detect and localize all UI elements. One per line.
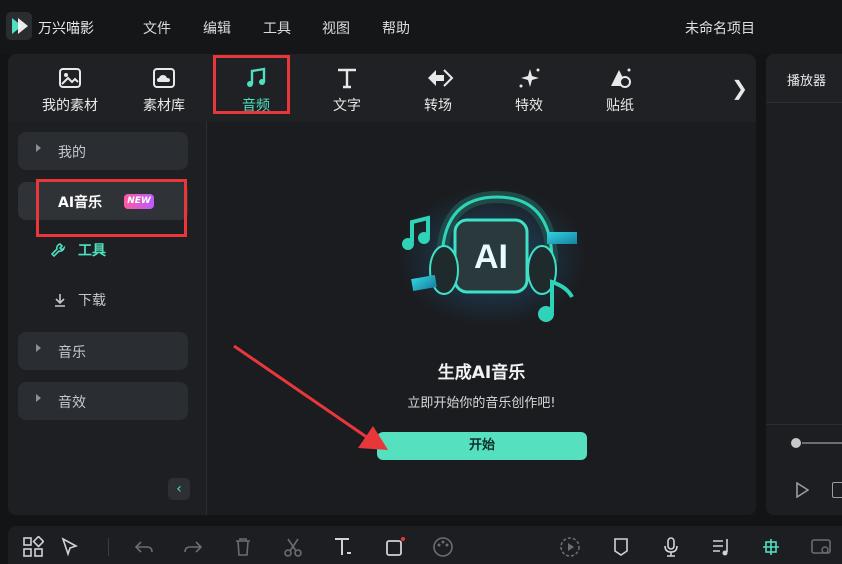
menu-view[interactable]: 视图 xyxy=(322,18,350,38)
menu-help[interactable]: 帮助 xyxy=(382,18,410,38)
sidebar-item-label: 下载 xyxy=(78,293,106,309)
tab-label: 文字 xyxy=(333,98,361,114)
layout-grid-icon[interactable] xyxy=(22,536,44,558)
tab-label: 素材库 xyxy=(143,98,185,114)
stop-icon[interactable] xyxy=(832,482,842,498)
text-tool-icon[interactable] xyxy=(332,536,354,558)
preview-window-icon[interactable] xyxy=(810,536,832,558)
crop-icon[interactable] xyxy=(384,536,406,558)
sparkle-effect-icon xyxy=(519,68,540,88)
sidebar-item-label: 音效 xyxy=(58,395,86,411)
player-header: 播放器 xyxy=(766,54,842,103)
tab-stickers[interactable]: 贴纸 xyxy=(580,54,660,122)
cloud-image-icon xyxy=(153,68,175,88)
tab-label: 我的素材 xyxy=(42,98,98,114)
title-bar: 万兴喵影 文件 编辑 工具 视图 帮助 未命名项目 xyxy=(0,0,842,54)
redo-icon[interactable] xyxy=(182,536,204,558)
tab-label: 转场 xyxy=(424,98,452,114)
sidebar-item-label: 音乐 xyxy=(58,345,86,361)
tab-stock-media[interactable]: 素材库 xyxy=(124,54,204,122)
chevron-right-icon xyxy=(36,144,41,152)
select-cursor-icon[interactable] xyxy=(60,536,82,558)
marker-icon[interactable] xyxy=(610,536,632,558)
ai-headphones-illustration: AI xyxy=(397,187,587,327)
app-name: 万兴喵影 xyxy=(38,21,94,37)
player-title: 播放器 xyxy=(787,74,827,89)
sticker-icon xyxy=(611,68,631,88)
chevron-right-icon[interactable]: ❯ xyxy=(731,76,748,100)
menu-tools[interactable]: 工具 xyxy=(263,18,291,38)
app-logo-icon xyxy=(6,12,32,40)
undo-icon[interactable] xyxy=(133,536,155,558)
highlight-audio-tab xyxy=(213,55,290,114)
sidebar-item-label: 工具 xyxy=(78,243,106,259)
trash-icon[interactable] xyxy=(232,536,254,558)
highlight-ai-music xyxy=(36,179,187,237)
chevron-right-icon xyxy=(36,344,41,352)
download-icon xyxy=(55,294,65,307)
red-arrow-icon xyxy=(233,344,388,450)
media-tab-bar: 我的素材 素材库 音频 文字 转场 特效 贴纸 ❯ xyxy=(8,54,756,122)
chevron-right-icon xyxy=(36,394,41,402)
sidebar-item-music[interactable]: 音乐 xyxy=(18,332,188,370)
divider xyxy=(766,424,842,425)
wrench-icon xyxy=(50,243,66,258)
tab-label: 特效 xyxy=(515,98,543,114)
audio-list-icon[interactable] xyxy=(710,536,732,558)
illustration-ai-text: AI xyxy=(474,238,508,276)
progress-track[interactable] xyxy=(802,442,842,444)
playback-speed-icon[interactable] xyxy=(559,536,581,558)
timeline-toolbar xyxy=(8,526,842,564)
tab-label: 贴纸 xyxy=(606,98,634,114)
sidebar-item-sound-effects[interactable]: 音效 xyxy=(18,382,188,420)
menu-file[interactable]: 文件 xyxy=(143,18,171,38)
tab-text[interactable]: 文字 xyxy=(307,54,387,122)
tab-effects[interactable]: 特效 xyxy=(489,54,569,122)
collapse-sidebar-button[interactable]: ‹ xyxy=(168,478,190,500)
tab-my-media[interactable]: 我的素材 xyxy=(30,54,110,122)
player-panel: 播放器 xyxy=(766,54,842,515)
transition-icon xyxy=(428,69,454,87)
sidebar-item-label: 我的 xyxy=(58,145,86,161)
project-title[interactable]: 未命名项目 xyxy=(685,18,755,38)
magnet-snap-icon[interactable] xyxy=(760,536,782,558)
text-icon xyxy=(338,68,356,89)
sidebar-item-mine[interactable]: 我的 xyxy=(18,132,188,170)
play-icon[interactable] xyxy=(795,482,809,498)
color-palette-icon[interactable] xyxy=(432,536,454,558)
tab-transitions[interactable]: 转场 xyxy=(398,54,478,122)
playhead-handle[interactable] xyxy=(791,438,801,448)
start-button[interactable]: 开始 xyxy=(377,432,587,460)
menu-edit[interactable]: 编辑 xyxy=(203,18,231,38)
divider xyxy=(108,538,109,556)
image-icon xyxy=(59,68,81,88)
microphone-icon[interactable] xyxy=(660,536,682,558)
ai-music-content: AI 生成AI音乐 立即开始你的音乐创作吧! 开始 xyxy=(207,122,756,515)
scissors-icon[interactable] xyxy=(282,536,304,558)
